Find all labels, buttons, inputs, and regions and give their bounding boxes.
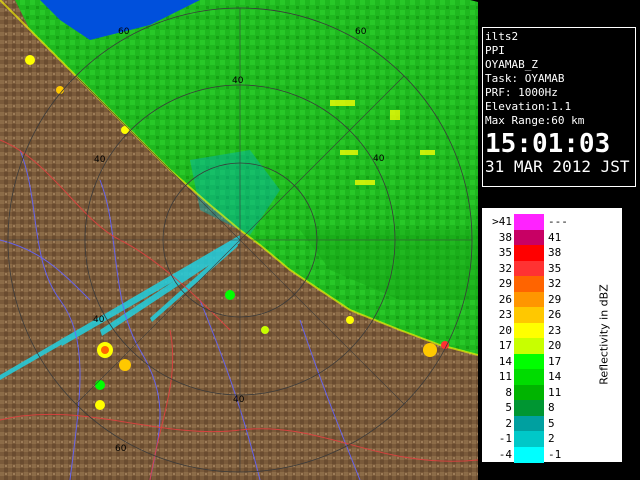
legend-high-value: 2 xyxy=(548,432,555,445)
legend-high-value: 17 xyxy=(548,354,562,368)
range-label: 40 xyxy=(233,395,245,405)
legend-low-value: 23 xyxy=(498,308,512,321)
legend-row: >41 --- xyxy=(482,214,582,230)
legend-high-value: 41 xyxy=(548,230,562,244)
legend-high-value: 35 xyxy=(548,261,562,275)
legend-low-value: >41 xyxy=(492,215,512,228)
legend-high-value: 32 xyxy=(548,277,562,290)
legend-low-value: 29 xyxy=(498,277,512,290)
legend-high-value: 14 xyxy=(548,370,562,383)
legend-low-value: -1 xyxy=(498,432,512,445)
legend-low-value: 35 xyxy=(498,246,512,259)
product-type: PPI xyxy=(485,44,505,57)
prf-value: PRF: 1000Hz xyxy=(485,86,558,99)
legend-low-value: 20 xyxy=(498,323,512,337)
legend-swatch xyxy=(514,384,544,401)
legend-swatch xyxy=(514,291,544,308)
legend-row: 35 38 xyxy=(482,245,582,261)
legend-swatch xyxy=(514,260,544,277)
volume-name: OYAMAB_Z xyxy=(485,58,538,71)
legend-high-value: --- xyxy=(548,215,568,228)
legend-swatch xyxy=(514,415,544,432)
range-label: 40 xyxy=(93,315,105,325)
legend-low-value: 32 xyxy=(498,261,512,275)
legend-swatch xyxy=(514,338,544,354)
legend-title-wrap: Reflectivity in dBZ xyxy=(594,248,614,428)
legend-high-value: 29 xyxy=(548,292,562,306)
radar-ppi-display: 60 40 60 40 40 40 40 60 xyxy=(0,0,478,480)
legend-row: 29 32 xyxy=(482,276,582,292)
legend-row: 14 17 xyxy=(482,353,582,370)
legend-low-value: 11 xyxy=(498,370,512,383)
legend-swatch xyxy=(514,446,544,463)
max-range-value: Max Range:60 km xyxy=(485,114,585,127)
color-legend: >41 --- 38 41 35 38 32 35 29 32 26 29 23 26 20 23 17 20 14… xyxy=(482,208,622,463)
range-label: 40 xyxy=(232,76,244,86)
legend-row: 26 29 xyxy=(482,291,582,308)
observation-time: 15:01:03 xyxy=(485,129,611,159)
legend-row: -1 2 xyxy=(482,431,582,447)
legend-high-value: 20 xyxy=(548,339,562,352)
legend-row: 11 14 xyxy=(482,369,582,385)
legend-low-value: 2 xyxy=(505,416,512,430)
legend-high-value: 23 xyxy=(548,323,562,337)
legend-row: 8 11 xyxy=(482,384,582,401)
legend-row: 58 xyxy=(482,400,582,416)
legend-high-value: -1 xyxy=(548,447,562,461)
range-label: 60 xyxy=(115,444,127,454)
legend-swatch xyxy=(514,369,544,385)
legend-high-value: 5 xyxy=(548,416,555,430)
legend-swatch xyxy=(514,276,544,292)
legend-low-value: 5 xyxy=(505,401,512,414)
range-label: 40 xyxy=(94,155,106,165)
legend-low-value: 38 xyxy=(498,230,512,244)
legend-row: 23 26 xyxy=(482,307,582,323)
legend-row: 38 41 xyxy=(482,229,582,246)
task-name: Task: OYAMAB xyxy=(485,72,565,85)
legend-high-value: 8 xyxy=(548,401,555,414)
legend-swatch xyxy=(514,214,544,230)
legend-row: 32 35 xyxy=(482,260,582,277)
legend-swatch xyxy=(514,245,544,261)
observation-date: 31 MAR 2012 JST xyxy=(485,157,630,176)
info-panel: ilts2 PPI OYAMAB_Z Task: OYAMAB PRF: 100… xyxy=(482,27,636,187)
legend-high-value: 38 xyxy=(548,246,562,259)
legend-swatch xyxy=(514,353,544,370)
legend-low-value: 17 xyxy=(498,339,512,352)
legend-high-value: 11 xyxy=(548,385,562,399)
legend-low-value: 14 xyxy=(498,354,512,368)
legend-row: 25 xyxy=(482,415,582,432)
site-name: ilts2 xyxy=(485,30,519,43)
legend-row: 17 20 xyxy=(482,338,582,354)
legend-swatch xyxy=(514,431,544,447)
legend-low-value: 26 xyxy=(498,292,512,306)
legend-swatch xyxy=(514,322,544,339)
legend-swatch xyxy=(514,229,544,246)
legend-row: -4 -1 xyxy=(482,446,582,463)
legend-swatch xyxy=(514,400,544,416)
legend-row: 20 23 xyxy=(482,322,582,339)
legend-low-value: -4 xyxy=(498,447,512,461)
range-label: 60 xyxy=(118,27,130,37)
legend-high-value: 26 xyxy=(548,308,562,321)
range-label: 60 xyxy=(355,27,367,37)
elevation-value: Elevation:1.1 xyxy=(485,100,572,113)
legend-swatch xyxy=(514,307,544,323)
legend-low-value: 8 xyxy=(505,385,512,399)
range-label: 40 xyxy=(373,154,385,164)
legend-title: Reflectivity in dBZ xyxy=(597,284,611,385)
